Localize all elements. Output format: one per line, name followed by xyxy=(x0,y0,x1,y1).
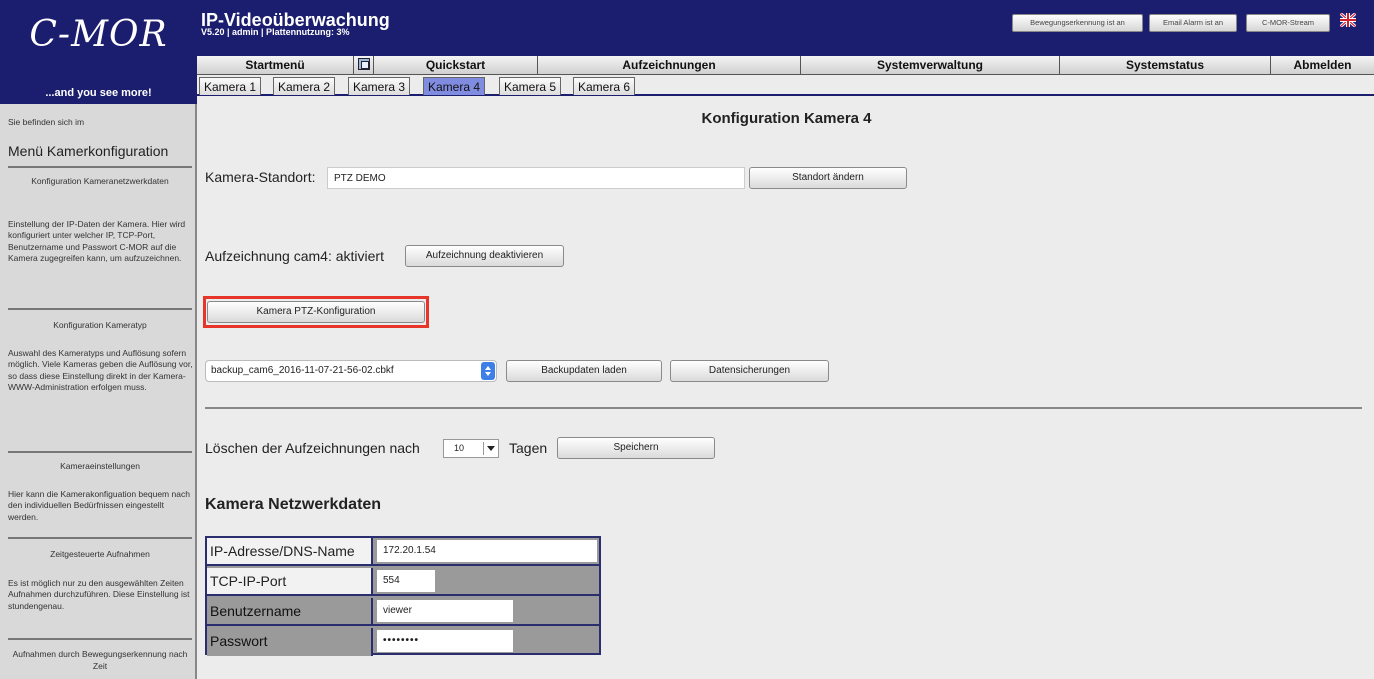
backup-select[interactable]: backup_cam6_2016-11-07-21-56-02.cbkf xyxy=(205,360,497,382)
logo-area: C-MOR ...and you see more! xyxy=(0,0,197,104)
nav-system-status[interactable]: Systemstatus xyxy=(1060,56,1271,75)
logo-tagline: ...and you see more! xyxy=(45,87,152,99)
logo: C-MOR xyxy=(29,14,168,55)
nav-recordings[interactable]: Aufzeichnungen xyxy=(538,56,801,75)
sidebar-location-prefix: Sie befinden sich im xyxy=(8,117,85,127)
nav-quickstart[interactable]: Quickstart xyxy=(374,56,538,75)
top-bar: IP-Videoüberwachung V5.20 | admin | Plat… xyxy=(197,0,1374,56)
save-button[interactable]: Speichern xyxy=(557,437,715,459)
network-table: IP-Adresse/DNS-Name 172.20.1.54 TCP-IP-P… xyxy=(205,536,601,656)
table-row: Passwort •••••••• xyxy=(207,628,599,656)
days-label: Tagen xyxy=(509,440,548,456)
main-nav: Startmenü Quickstart Aufzeichnungen Syst… xyxy=(197,56,1374,75)
nav-logout[interactable]: Abmelden xyxy=(1271,56,1374,75)
page-title: Konfiguration Kamera 4 xyxy=(701,110,872,127)
sidebar: Sie befinden sich im Menü Kamerkonfigura… xyxy=(0,104,197,679)
delete-days-select[interactable]: 10 xyxy=(443,439,499,458)
sidebar-link-camera-settings[interactable]: Kameraeinstellungen xyxy=(8,460,192,472)
select-arrows-icon xyxy=(481,362,495,380)
ptz-config-button[interactable]: Kamera PTZ-Konfiguration xyxy=(207,301,425,323)
sidebar-link-scheduled-recordings[interactable]: Zeitgesteuerte Aufnahmen xyxy=(8,548,192,560)
tab-kamera-6[interactable]: Kamera 6 xyxy=(573,77,636,95)
tab-kamera-1[interactable]: Kamera 1 xyxy=(199,77,262,95)
sidebar-link-motion-recordings[interactable]: Aufnahmen durch Bewegungserkennung nach … xyxy=(8,648,192,672)
nav-system-administration[interactable]: Systemverwaltung xyxy=(801,56,1060,75)
divider xyxy=(205,407,1362,409)
ip-address-label: IP-Adresse/DNS-Name xyxy=(207,538,373,564)
sidebar-link-network-config[interactable]: Konfiguration Kameranetzwerkdaten xyxy=(8,175,192,187)
main-content: Konfiguration Kamera 4 Kamera-Standort: … xyxy=(199,98,1374,679)
location-input[interactable] xyxy=(327,167,745,189)
sidebar-divider xyxy=(8,308,192,310)
username-label: Benutzername xyxy=(207,598,373,624)
tcp-port-label: TCP-IP-Port xyxy=(207,568,373,594)
password-field[interactable]: •••••••• xyxy=(377,630,513,652)
location-label: Kamera-Standort: xyxy=(205,169,316,185)
motion-detection-status-button[interactable]: Bewegungserkennung ist an xyxy=(1012,14,1143,32)
sidebar-divider xyxy=(8,537,192,539)
sidebar-link-camera-type[interactable]: Konfiguration Kameratyp xyxy=(8,319,192,331)
nav-fullscreen[interactable] xyxy=(354,56,374,75)
email-alarm-status-button[interactable]: Email Alarm ist an xyxy=(1149,14,1237,32)
uk-flag-icon[interactable] xyxy=(1340,13,1356,27)
sidebar-text-scheduled-recordings: Es ist möglich nur zu den ausgewählten Z… xyxy=(8,578,190,611)
app-subtitle: V5.20 | admin | Plattennutzung: 3% xyxy=(201,27,350,37)
table-row: IP-Adresse/DNS-Name 172.20.1.54 xyxy=(207,538,599,566)
tab-kamera-3[interactable]: Kamera 3 xyxy=(348,77,411,95)
tab-kamera-5[interactable]: Kamera 5 xyxy=(499,77,562,95)
cmor-stream-button[interactable]: C-MOR-Stream xyxy=(1246,14,1330,32)
tcp-port-field[interactable]: 554 xyxy=(377,570,435,592)
chevron-down-icon xyxy=(483,442,496,455)
table-row: Benutzername viewer xyxy=(207,598,599,626)
sidebar-menu-title: Menü Kamerkonfiguration xyxy=(8,143,169,159)
delete-days-value: 10 xyxy=(454,443,465,453)
sidebar-text-camera-type: Auswahl des Kameratyps und Auflösung sof… xyxy=(8,348,193,393)
delete-recordings-label: Löschen der Aufzeichnungen nach xyxy=(205,440,420,456)
password-label: Passwort xyxy=(207,628,373,656)
network-section-title: Kamera Netzwerkdaten xyxy=(205,496,382,513)
tab-kamera-2[interactable]: Kamera 2 xyxy=(273,77,336,95)
sidebar-divider xyxy=(8,451,192,453)
fullscreen-icon xyxy=(358,58,370,70)
sidebar-text-network-config: Einstellung der IP-Daten der Kamera. Hie… xyxy=(8,219,186,264)
tab-kamera-4[interactable]: Kamera 4 xyxy=(423,77,486,95)
backups-button[interactable]: Datensicherungen xyxy=(670,360,829,382)
ip-address-field[interactable]: 172.20.1.54 xyxy=(377,540,597,562)
username-field[interactable]: viewer xyxy=(377,600,513,622)
load-backup-button[interactable]: Backupdaten laden xyxy=(506,360,662,382)
table-row: TCP-IP-Port 554 xyxy=(207,568,599,596)
camera-tab-bar: Kamera 1 Kamera 2 Kamera 3 Kamera 4 Kame… xyxy=(197,75,1374,96)
change-location-button[interactable]: Standort ändern xyxy=(749,167,907,189)
sidebar-text-camera-settings: Hier kann die Kamerakonfiguation bequem … xyxy=(8,489,190,522)
sidebar-divider xyxy=(8,638,192,640)
sidebar-divider xyxy=(8,166,192,168)
recording-status-label: Aufzeichnung cam4: aktiviert xyxy=(205,248,384,264)
nav-startmenu[interactable]: Startmenü xyxy=(197,56,354,75)
backup-select-value: backup_cam6_2016-11-07-21-56-02.cbkf xyxy=(211,365,394,376)
deactivate-recording-button[interactable]: Aufzeichnung deaktivieren xyxy=(405,245,564,267)
